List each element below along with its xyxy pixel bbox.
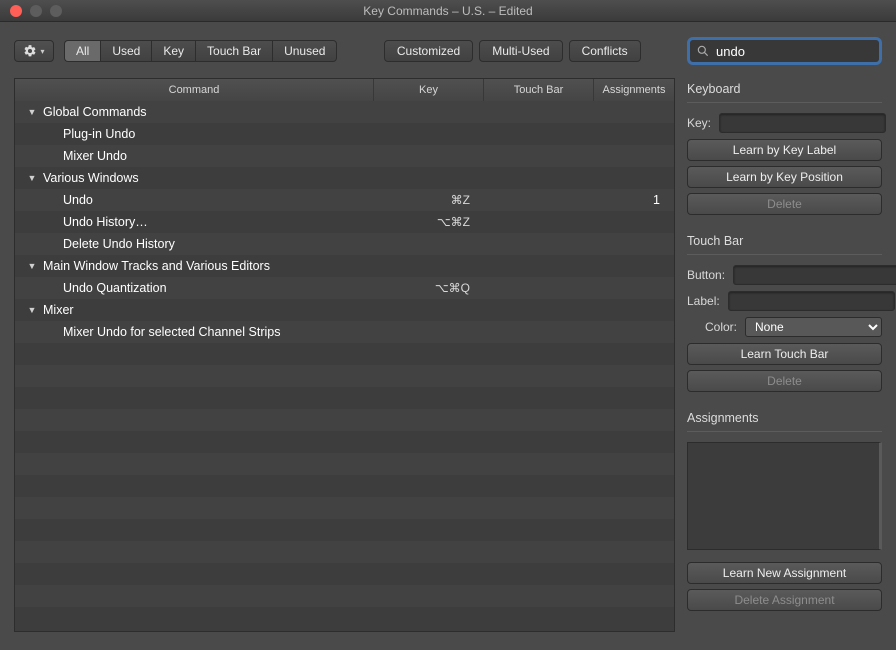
table-row[interactable]: Mixer Undo: [15, 145, 674, 167]
keyboard-delete-button[interactable]: Delete: [687, 193, 882, 215]
filter-pill-conflicts[interactable]: Conflicts: [569, 40, 641, 62]
table-row-empty: [15, 431, 674, 453]
row-label: Mixer Undo: [63, 149, 127, 163]
filter-segmented-control: AllUsedKeyTouch BarUnused: [64, 40, 337, 62]
table-row[interactable]: Undo ⌘Z 1: [15, 189, 674, 211]
touchbar-button-field[interactable]: [733, 265, 896, 285]
commands-table: Command Key Touch Bar Assignments ▼ Globa…: [14, 78, 675, 632]
row-label: Undo Quantization: [63, 281, 167, 295]
key-field-label: Key:: [687, 116, 719, 130]
touchbar-label-field[interactable]: [728, 291, 895, 311]
row-key: ⌘Z: [374, 193, 484, 207]
search-input[interactable]: [716, 44, 892, 59]
filter-pill-multi-used[interactable]: Multi-Used: [479, 40, 562, 62]
row-key: ⌥⌘Z: [374, 215, 484, 229]
assignments-heading: Assignments: [687, 407, 882, 432]
column-header-assignments[interactable]: Assignments: [594, 79, 674, 101]
table-row-empty: [15, 585, 674, 607]
assignments-list[interactable]: [687, 442, 882, 550]
disclosure-triangle-icon[interactable]: ▼: [25, 107, 39, 117]
table-row-empty: [15, 387, 674, 409]
table-group-row[interactable]: ▼ Various Windows: [15, 167, 674, 189]
row-label: Main Window Tracks and Various Editors: [43, 259, 270, 273]
column-header-touchbar[interactable]: Touch Bar: [484, 79, 594, 101]
table-header: Command Key Touch Bar Assignments: [15, 79, 674, 101]
filter-pill-group: Customized Multi-Used Conflicts: [384, 40, 641, 62]
table-row-empty: [15, 475, 674, 497]
gear-icon: [23, 44, 37, 58]
learn-by-key-position-button[interactable]: Learn by Key Position: [687, 166, 882, 188]
minimize-window-button: [30, 5, 42, 17]
touchbar-color-select[interactable]: None: [745, 317, 882, 337]
table-row-empty: [15, 519, 674, 541]
window-title: Key Commands – U.S. – Edited: [0, 4, 896, 18]
row-key: ⌥⌘Q: [374, 281, 484, 295]
filter-tab-all[interactable]: All: [64, 40, 100, 62]
key-field[interactable]: [719, 113, 886, 133]
row-label: Mixer: [43, 303, 74, 317]
row-label: Various Windows: [43, 171, 139, 185]
column-header-key[interactable]: Key: [374, 79, 484, 101]
touchbar-delete-button[interactable]: Delete: [687, 370, 882, 392]
column-header-command[interactable]: Command: [15, 79, 374, 101]
row-label: Global Commands: [43, 105, 147, 119]
table-row[interactable]: Delete Undo History: [15, 233, 674, 255]
table-row-empty: [15, 343, 674, 365]
filter-tab-used[interactable]: Used: [100, 40, 151, 62]
inspector-panel: Keyboard Key: Learn by Key Label Learn b…: [687, 78, 882, 632]
zoom-window-button: [50, 5, 62, 17]
row-label: Mixer Undo for selected Channel Strips: [63, 325, 280, 339]
search-icon: [696, 44, 710, 58]
touchbar-color-label: Color:: [687, 320, 745, 334]
keyboard-heading: Keyboard: [687, 78, 882, 103]
table-body: ▼ Global Commands Plug-in Undo Mixer Undo ▼ V…: [15, 101, 674, 631]
disclosure-triangle-icon[interactable]: ▼: [25, 261, 39, 271]
row-label: Plug-in Undo: [63, 127, 135, 141]
touchbar-label-label: Label:: [687, 294, 728, 308]
filter-tab-unused[interactable]: Unused: [272, 40, 337, 62]
table-group-row[interactable]: ▼ Main Window Tracks and Various Editors: [15, 255, 674, 277]
actions-menu-button[interactable]: ▾: [14, 40, 54, 62]
table-row-empty: [15, 497, 674, 519]
row-label: Delete Undo History: [63, 237, 175, 251]
table-row[interactable]: Undo Quantization ⌥⌘Q: [15, 277, 674, 299]
table-row[interactable]: Undo History… ⌥⌘Z: [15, 211, 674, 233]
chevron-down-icon: ▾: [40, 47, 44, 56]
table-row-empty: [15, 365, 674, 387]
filter-tab-key[interactable]: Key: [151, 40, 195, 62]
learn-by-key-label-button[interactable]: Learn by Key Label: [687, 139, 882, 161]
table-row-empty: [15, 607, 674, 629]
touchbar-button-label: Button:: [687, 268, 733, 282]
filter-pill-customized[interactable]: Customized: [384, 40, 473, 62]
table-row-empty: [15, 453, 674, 475]
delete-assignment-button[interactable]: Delete Assignment: [687, 589, 882, 611]
row-assignments: 1: [594, 193, 674, 207]
close-window-button[interactable]: [10, 5, 22, 17]
row-label: Undo History…: [63, 215, 148, 229]
table-row-empty: [15, 409, 674, 431]
search-field[interactable]: ✕: [687, 37, 882, 65]
disclosure-triangle-icon[interactable]: ▼: [25, 305, 39, 315]
table-row-empty: [15, 541, 674, 563]
table-row-empty: [15, 563, 674, 585]
window-titlebar: Key Commands – U.S. – Edited: [0, 0, 896, 22]
learn-new-assignment-button[interactable]: Learn New Assignment: [687, 562, 882, 584]
disclosure-triangle-icon[interactable]: ▼: [25, 173, 39, 183]
learn-touch-bar-button[interactable]: Learn Touch Bar: [687, 343, 882, 365]
table-row[interactable]: Plug-in Undo: [15, 123, 674, 145]
table-row[interactable]: Mixer Undo for selected Channel Strips: [15, 321, 674, 343]
table-group-row[interactable]: ▼ Mixer: [15, 299, 674, 321]
table-group-row[interactable]: ▼ Global Commands: [15, 101, 674, 123]
touchbar-heading: Touch Bar: [687, 230, 882, 255]
row-label: Undo: [63, 193, 93, 207]
filter-tab-touch-bar[interactable]: Touch Bar: [195, 40, 272, 62]
